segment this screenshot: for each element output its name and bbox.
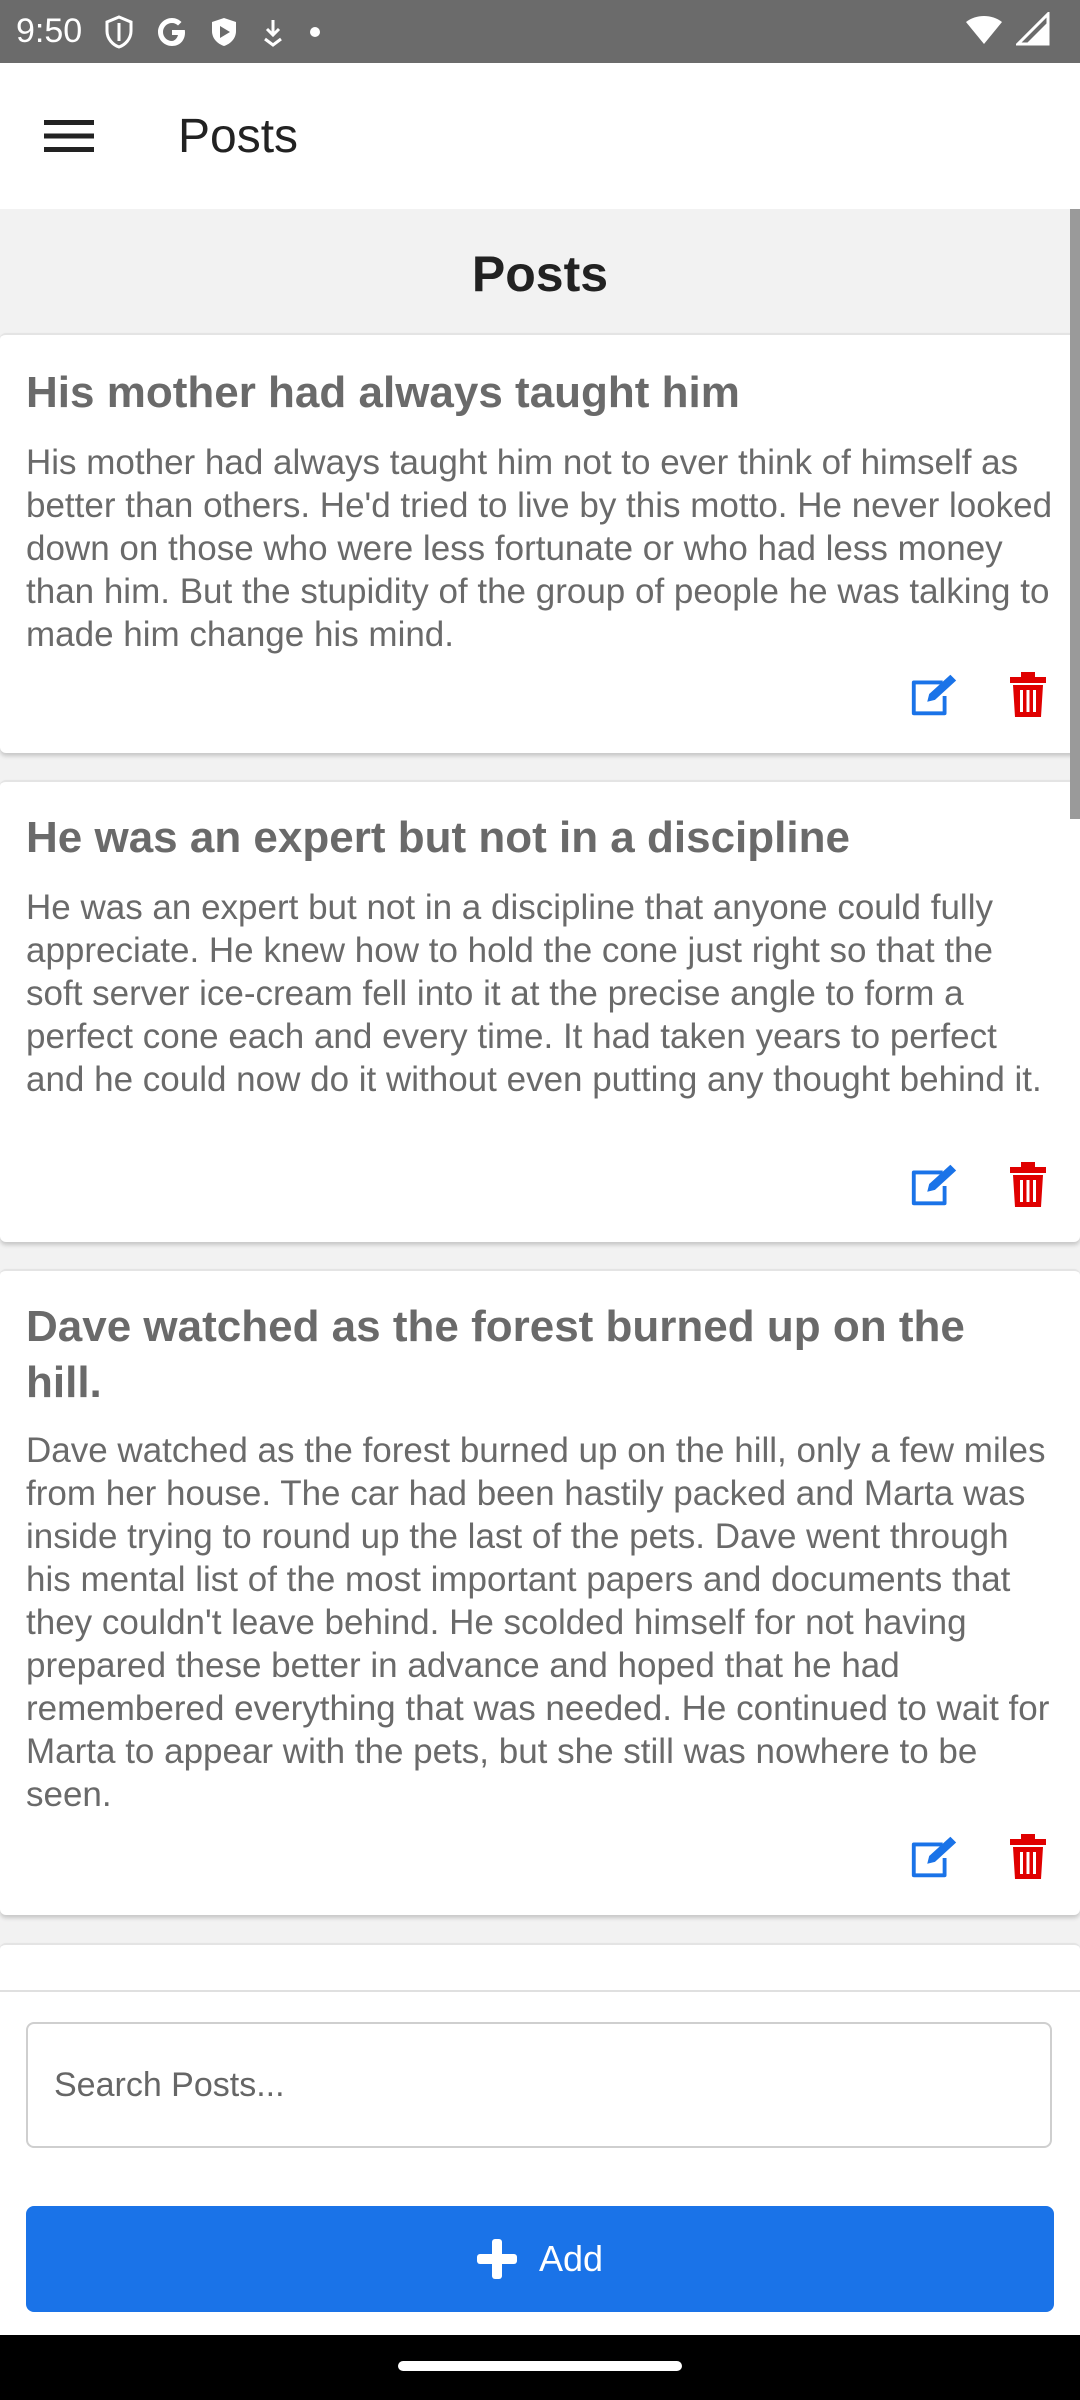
edit-button[interactable] — [908, 1831, 960, 1883]
post-body: Dave watched as the forest burned up on … — [26, 1431, 1050, 1814]
post-title: He was an expert but not in a discipline — [26, 813, 850, 862]
trash-icon — [1010, 1834, 1046, 1879]
google-icon — [156, 16, 188, 48]
download-icon — [260, 17, 286, 47]
edit-icon — [911, 1164, 957, 1206]
posts-list[interactable]: Posts His mother had always taught him H… — [0, 209, 1080, 1990]
delete-button[interactable] — [1002, 669, 1054, 721]
add-button-label: Add — [538, 2238, 604, 2279]
edit-button[interactable] — [908, 669, 960, 721]
edit-button[interactable] — [908, 1159, 960, 1211]
post-card: Dave watched as the forest burned up on … — [0, 1269, 1080, 1915]
shield-icon — [104, 14, 134, 49]
post-actions — [908, 1831, 1054, 1883]
post-card: His mother had always taught him His mot… — [0, 333, 1080, 753]
home-indicator[interactable] — [398, 2361, 682, 2371]
edit-icon — [911, 1836, 957, 1878]
status-time: 9:50 — [16, 12, 83, 50]
app-bar: Posts — [0, 63, 1080, 209]
app-title: Posts — [178, 109, 299, 163]
post-title: His mother had always taught him — [26, 368, 740, 417]
add-button[interactable]: Add — [26, 2206, 1054, 2312]
hamburger-icon — [44, 120, 94, 152]
status-bar: 9:50 — [0, 0, 1080, 63]
signal-icon — [1014, 10, 1050, 51]
trash-icon — [1010, 1162, 1046, 1207]
status-system-icons — [964, 10, 1050, 51]
search-input[interactable] — [26, 2022, 1052, 2148]
delete-button[interactable] — [1002, 1831, 1054, 1883]
post-card: He was an expert but not in a discipline… — [0, 780, 1080, 1242]
edit-icon — [911, 674, 957, 716]
post-actions — [908, 1159, 1054, 1211]
post-title: Dave watched as the forest burned up on … — [26, 1302, 965, 1407]
post-body: His mother had always taught him not to … — [26, 443, 1053, 654]
plus-icon — [476, 2239, 517, 2279]
navigation-bar — [0, 2335, 1080, 2400]
screen: 9:50 Posts Posts His mother had always t… — [0, 0, 1080, 2400]
trash-icon — [1010, 672, 1046, 717]
page-title: Posts — [471, 246, 609, 302]
scrollbar[interactable] — [1070, 209, 1080, 819]
status-notification-icons — [104, 14, 322, 49]
post-actions — [908, 669, 1054, 721]
bottom-panel: Add — [0, 1990, 1080, 2337]
dot-icon — [308, 25, 322, 39]
menu-button[interactable] — [36, 103, 102, 169]
protect-icon — [210, 16, 238, 48]
post-body: He was an expert but not in a discipline… — [26, 888, 1042, 1099]
delete-button[interactable] — [1002, 1159, 1054, 1211]
post-card — [0, 1943, 1080, 1990]
wifi-icon — [964, 12, 1004, 51]
